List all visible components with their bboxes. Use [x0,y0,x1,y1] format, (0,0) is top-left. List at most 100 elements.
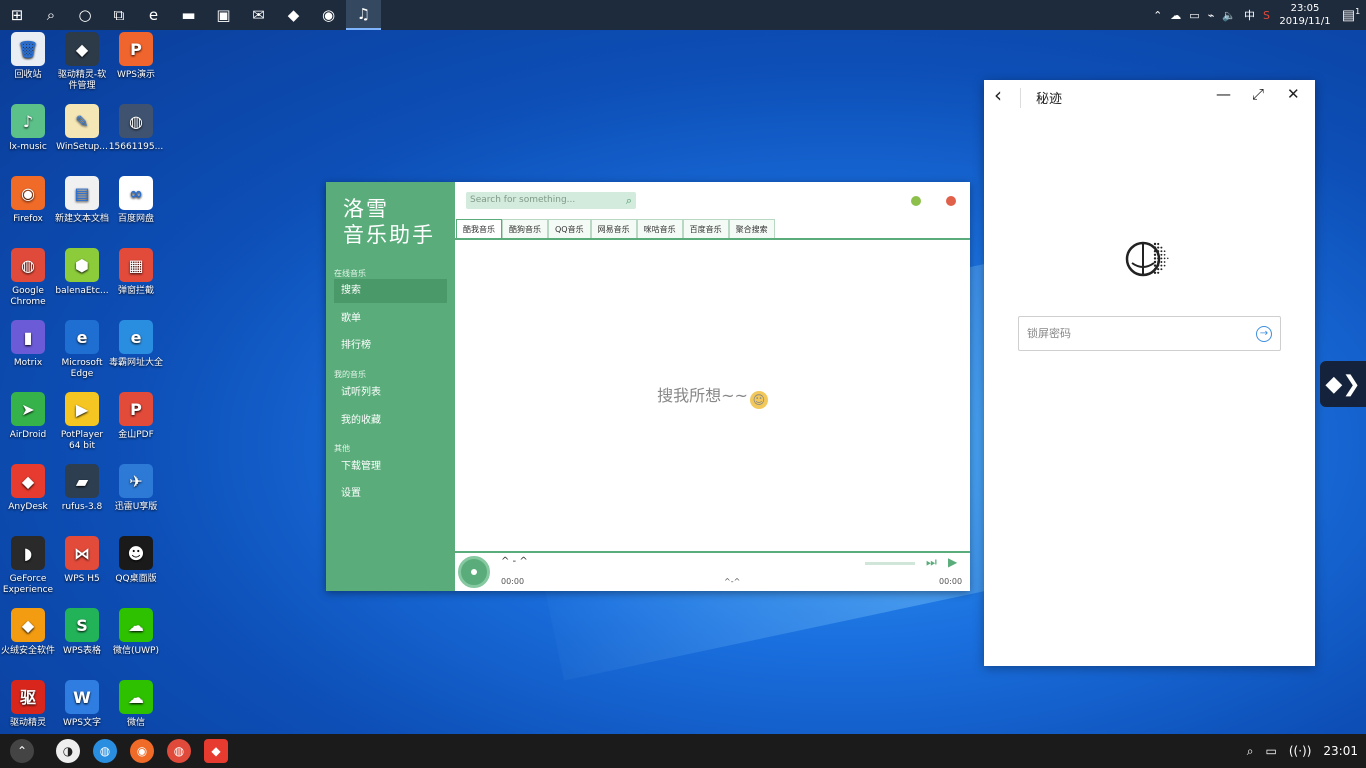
desktop-icon[interactable]: ◆ 火绒安全软件 [0,608,56,657]
desktop-icon-label: QQ桌面版 [115,574,157,584]
desktop-icon[interactable]: e 毒霸网址大全 [108,320,164,369]
luoxue-music-window[interactable]: 洛雪 音乐助手 在线音乐 搜索 歌单 排行榜 我的音乐 试听列表 我的收藏 其他… [326,182,970,591]
cloud-icon[interactable]: ☁ [1166,9,1185,22]
mail-icon[interactable]: ✉ [241,0,276,30]
mizhi-window[interactable]: ‹ 秘迹 — ⤢ ✕ 锁屏密码 → [984,80,1315,666]
desktop-icon[interactable]: ⋈ WPS H5 [54,536,110,585]
source-tab[interactable]: 聚合搜索 [728,219,775,238]
app-icon: e [65,320,99,354]
search-icon[interactable]: ⌕ [34,0,68,30]
screen-icon[interactable]: ▭ [1266,744,1277,758]
desktop-icon[interactable]: ♪ lx-music [0,104,56,153]
menu-item-charts[interactable]: 排行榜 [334,334,447,358]
volume-slider[interactable] [865,562,915,565]
desktop-icon[interactable]: ✎ WinSetup... [54,104,110,153]
desktop-icon[interactable]: ◗ GeForce Experience [0,536,56,596]
minimize-icon[interactable]: — [1216,85,1231,103]
album-disc-icon[interactable] [458,556,490,588]
desktop-icon[interactable]: ▮ Motrix [0,320,56,369]
search-icon[interactable]: ⌕ [1247,744,1254,759]
task-view-icon[interactable]: ⧉ [102,0,136,30]
next-track-icon[interactable]: ⏭ [926,555,937,570]
back-icon[interactable]: ‹ [994,83,1002,107]
menu-item-search[interactable]: 搜索 [334,279,447,303]
launcher-icon[interactable]: ⌃ [10,739,34,763]
desktop-icon[interactable]: e Microsoft Edge [54,320,110,380]
search-input[interactable]: Search for something... ⌕ [466,192,636,209]
source-tab[interactable]: QQ音乐 [548,219,591,238]
desktop-icon[interactable]: ▤ 新建文本文档 [54,176,110,225]
store-icon[interactable]: ▣ [206,0,241,30]
anydesk-side-tab[interactable]: ◆❯ [1320,361,1366,407]
maximize-icon[interactable]: ⤢ [1252,85,1264,103]
desktop-icon[interactable]: ◍ Google Chrome [0,248,56,308]
desktop-icon[interactable]: ☻ QQ桌面版 [108,536,164,585]
source-tab[interactable]: 咪咕音乐 [636,219,683,238]
desktop-icon[interactable]: S WPS表格 [54,608,110,657]
menu-item-listen-list[interactable]: 试听列表 [334,381,447,405]
firefox-icon[interactable]: ◉ [311,0,346,30]
desktop-icon[interactable]: ⬢ balenaEtc... [54,248,110,297]
app-icon: ▰ [65,464,99,498]
desktop-icon[interactable]: ◆ AnyDesk [0,464,56,513]
dock-clock[interactable]: 23:01 [1323,744,1358,758]
submit-arrow-icon[interactable]: → [1256,326,1272,342]
desktop-icon[interactable]: 🗑 回收站 [0,32,56,81]
anydesk-dock-icon[interactable]: ◆ [204,739,228,763]
ime-indicator[interactable]: 中 [1240,7,1259,23]
start-icon[interactable]: ⊞ [0,0,34,30]
chrome-dock-icon[interactable]: ◍ [167,739,191,763]
file-explorer-icon[interactable]: ▬ [171,0,206,30]
source-tab[interactable]: 百度音乐 [682,219,729,238]
wifi-icon[interactable]: ((·)) [1289,744,1312,758]
source-tab[interactable]: 酷狗音乐 [502,219,548,238]
desktop-icon[interactable]: ☁ 微信 [108,680,164,729]
edge-icon[interactable]: e [136,0,171,30]
desktop-icon[interactable]: ◍ 15661195... [108,104,164,153]
anydesk-icon[interactable]: ◆ [276,0,311,30]
desktop-icon[interactable]: ◉ Firefox [0,176,56,225]
source-tab[interactable]: 网易音乐 [590,219,637,238]
desktop-icon[interactable]: ➤ AirDroid [0,392,56,441]
notification-icon[interactable]: ▤1 [1336,7,1366,24]
mizhi-dock-icon[interactable]: ◑ [56,739,80,763]
desktop-icon[interactable]: ∞ 百度网盘 [108,176,164,225]
menu-item-favorites[interactable]: 我的收藏 [334,409,447,433]
firefox-dock-icon[interactable]: ◉ [130,739,154,763]
mizhi-logo-icon [1125,241,1169,277]
desktop-icon[interactable]: 驱驱动精灵 [0,680,56,729]
power-icon[interactable]: ⌁ [1204,9,1219,22]
volume-icon[interactable]: 🔈 [1218,9,1240,22]
search-icon[interactable]: ⌕ [626,192,632,209]
menu-item-downloads[interactable]: 下载管理 [334,455,447,479]
lock-password-input[interactable]: 锁屏密码 → [1018,316,1281,351]
play-icon[interactable]: ▶ [948,555,957,569]
source-tab[interactable]: 酷我音乐 [456,219,502,238]
desktop-icon-label: WPS演示 [116,70,156,80]
desktop-icon[interactable]: ▰ rufus-3.8 [54,464,110,513]
desktop-icon[interactable]: P WPS演示 [108,32,164,81]
desktop-icon-label: 回收站 [14,70,42,80]
desktop-icon[interactable]: W WPS文字 [54,680,110,729]
desktop-icon[interactable]: ▶ PotPlayer 64 bit [54,392,110,452]
network-icon[interactable]: ▭ [1185,9,1203,22]
luoxue-music-icon[interactable]: ♫ [346,0,381,30]
desktop-icon[interactable]: ☁ 微信(UWP) [108,608,164,657]
desktop-icon[interactable]: ✈ 迅雷U享版 [108,464,164,513]
close-icon[interactable]: ✕ [1287,85,1300,103]
antivirus-icon[interactable]: S [1259,9,1274,22]
cortana-icon[interactable]: ○ [68,0,102,30]
app-icon: ✎ [65,104,99,138]
close-button[interactable] [946,196,956,206]
menu-item-playlist[interactable]: 歌单 [334,307,447,331]
clock[interactable]: 23:05 2019/11/1 [1274,2,1336,28]
desktop-icon[interactable]: ▦ 弹窗拦截 [108,248,164,297]
chevron-up-icon[interactable]: ⌃ [1149,9,1166,22]
menu-item-settings[interactable]: 设置 [334,482,447,506]
browser-dock-icon[interactable]: ◍ [93,739,117,763]
desktop-icon[interactable]: ◆ 驱动精灵-软件管理 [54,32,110,92]
desktop-icon[interactable]: P 金山PDF [108,392,164,441]
minimize-button[interactable] [911,196,921,206]
app-icon: ∞ [119,176,153,210]
app-icon: S [65,608,99,642]
